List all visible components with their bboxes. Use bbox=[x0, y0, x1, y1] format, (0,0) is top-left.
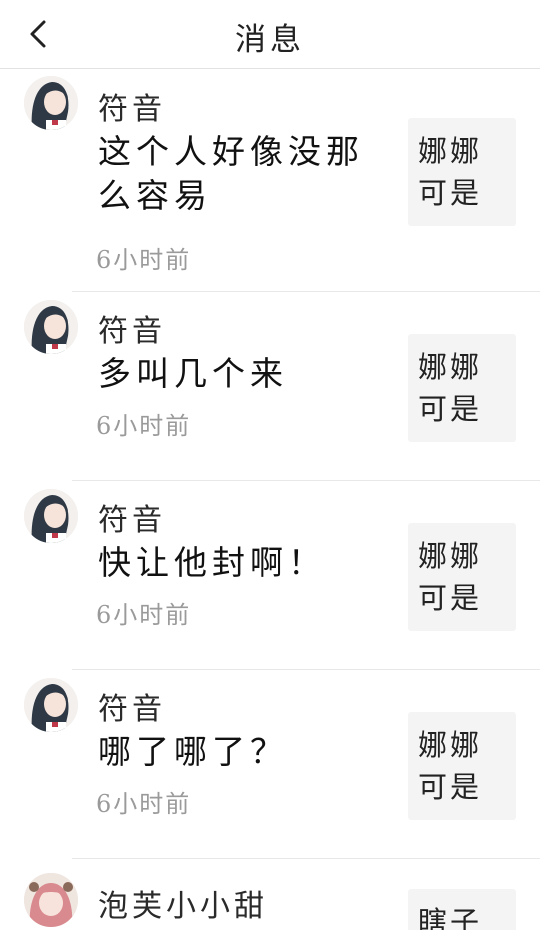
timestamp: 6小时前 bbox=[96, 246, 192, 274]
top-bar: 消息 bbox=[0, 0, 540, 69]
anime-girl-avatar-icon bbox=[24, 678, 78, 732]
avatar[interactable] bbox=[24, 678, 78, 732]
sender-name: 符音 bbox=[98, 503, 166, 538]
list-item[interactable]: 符音 快让他封啊！ 6小时前 娜娜可是 bbox=[0, 481, 540, 670]
avatar[interactable] bbox=[24, 76, 78, 130]
post-thumbnail[interactable]: 娜娜可是 bbox=[408, 118, 516, 226]
timestamp: 6小时前 bbox=[96, 601, 192, 629]
message-list: 符音 这个人好像没那么容易 6小时前 娜娜可是 符音 多叫几个来 6小时前 娜娜… bbox=[0, 70, 540, 930]
pink-hair-avatar-icon bbox=[24, 873, 78, 927]
timestamp: 6小时前 bbox=[96, 412, 192, 440]
anime-girl-avatar-icon bbox=[24, 76, 78, 130]
list-item[interactable]: 符音 哪了哪了？ 6小时前 娜娜可是 bbox=[0, 670, 540, 859]
message-text: 哪了哪了？ bbox=[98, 732, 288, 771]
anime-girl-avatar-icon bbox=[24, 489, 78, 543]
avatar[interactable] bbox=[24, 489, 78, 543]
list-item[interactable]: 泡芙小小甜 瞎子 bbox=[0, 859, 540, 930]
post-thumbnail[interactable]: 娜娜可是 bbox=[408, 523, 516, 631]
post-thumbnail[interactable]: 娜娜可是 bbox=[408, 334, 516, 442]
message-text: 这个人好像没那么容易 bbox=[98, 132, 364, 215]
avatar[interactable] bbox=[24, 300, 78, 354]
list-item[interactable]: 符音 多叫几个来 6小时前 娜娜可是 bbox=[0, 292, 540, 481]
anime-girl-avatar-icon bbox=[24, 300, 78, 354]
avatar[interactable] bbox=[24, 873, 78, 927]
page-title: 消息 bbox=[235, 22, 305, 58]
sender-name: 符音 bbox=[98, 314, 166, 349]
sender-name: 符音 bbox=[98, 92, 166, 127]
message-text: 多叫几个来 bbox=[98, 354, 288, 393]
post-thumbnail[interactable]: 瞎子 bbox=[408, 889, 516, 930]
message-text: 快让他封啊！ bbox=[98, 543, 326, 582]
list-item[interactable]: 符音 这个人好像没那么容易 6小时前 娜娜可是 bbox=[0, 70, 540, 292]
sender-name: 泡芙小小甜 bbox=[98, 889, 268, 924]
sender-name: 符音 bbox=[98, 692, 166, 727]
timestamp: 6小时前 bbox=[96, 790, 192, 818]
post-thumbnail[interactable]: 娜娜可是 bbox=[408, 712, 516, 820]
